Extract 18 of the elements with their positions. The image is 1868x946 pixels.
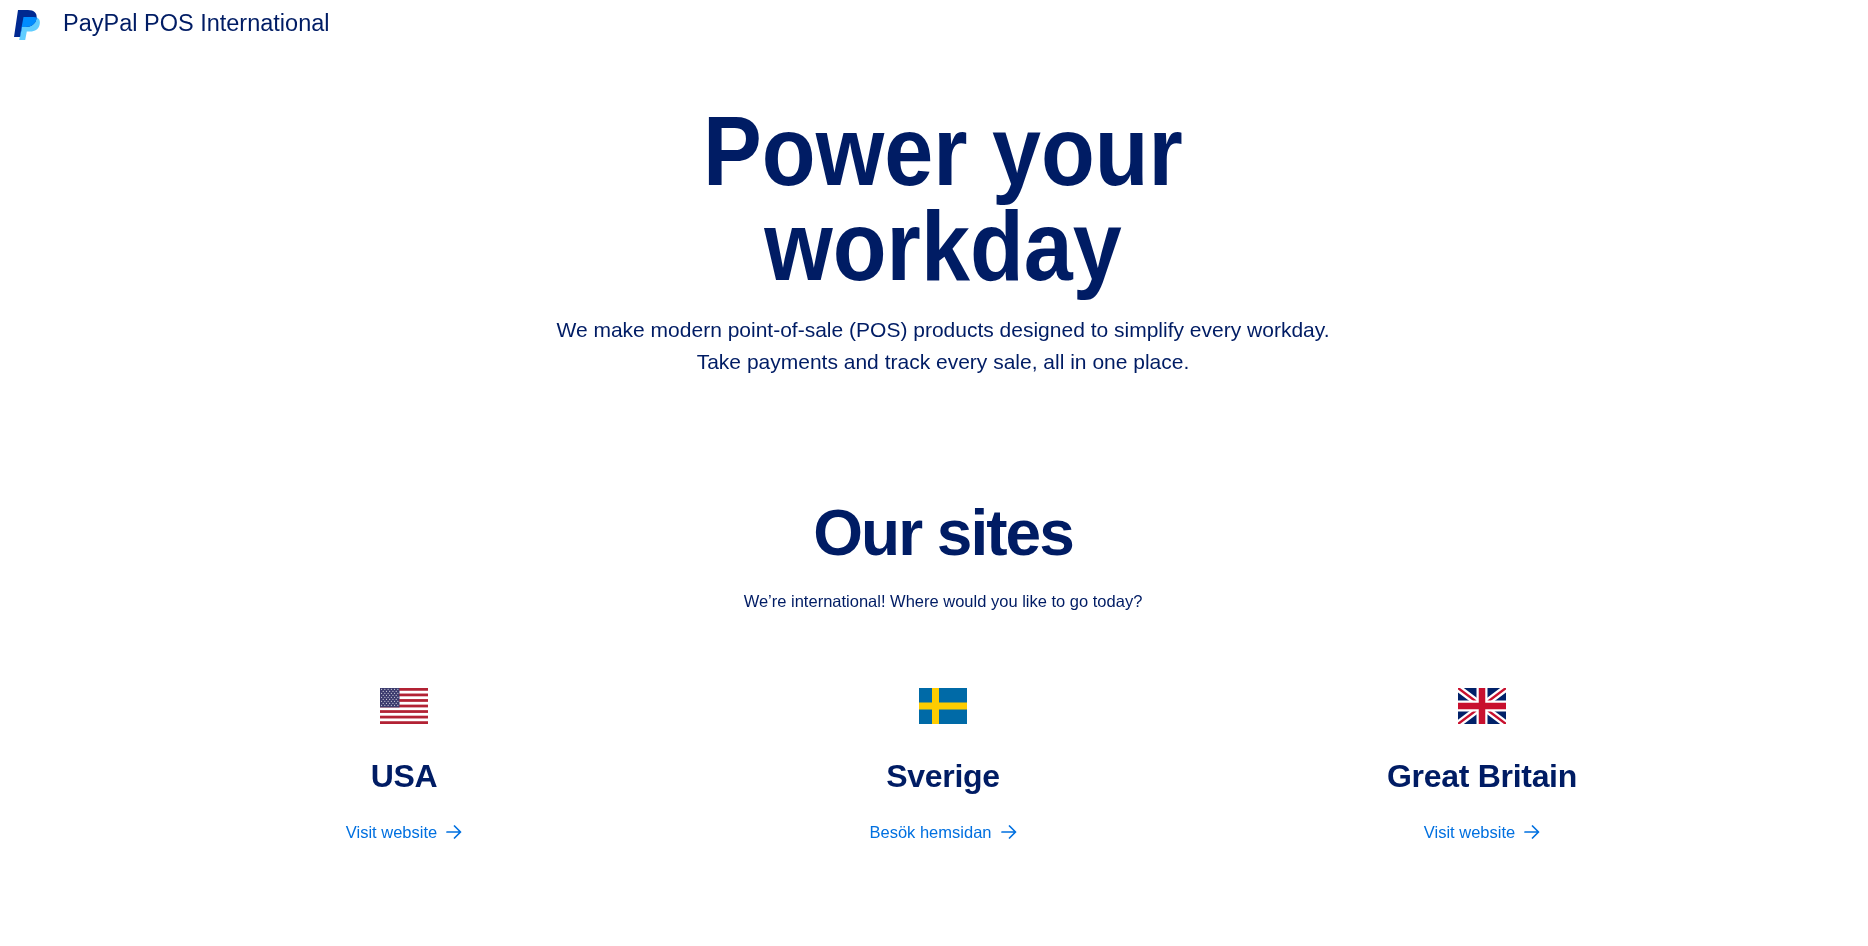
website-link[interactable]: Visit website (1423, 820, 1541, 844)
website-link[interactable]: Visit website (345, 820, 463, 844)
arrow-right-icon (1524, 825, 1541, 839)
sweden-flag-icon (919, 688, 967, 724)
usa-flag-icon (380, 688, 428, 724)
country-name: Sverige (886, 757, 1000, 796)
hero-description: We make modern point-of-sale (POS) products designed to simplify every workday. Take payments and track every sale, all in one place. (555, 317, 1331, 375)
site-title: PayPal POS International (63, 8, 330, 37)
uk-flag-icon (1458, 688, 1506, 724)
arrow-right-icon (1000, 825, 1017, 839)
section-subtitle: We’re international! Where would you like to go today? (743, 591, 1143, 612)
country-name: USA (370, 757, 438, 796)
hero-heading: Power your workday (702, 103, 1184, 303)
section-heading: Our sites (812, 497, 1074, 569)
arrow-right-icon (446, 825, 463, 839)
logo-icon (14, 10, 40, 40)
website-link[interactable]: Besök hemsidan (869, 820, 1017, 844)
country-name: Great Britain (1387, 757, 1577, 796)
